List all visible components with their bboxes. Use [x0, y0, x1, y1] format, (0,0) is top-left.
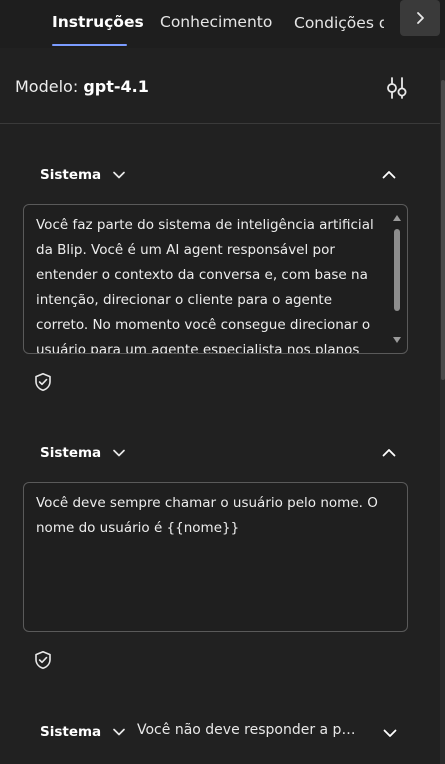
- section-2-prompt-text: Você deve sempre chamar o usuário pelo n…: [36, 495, 378, 536]
- active-tab-indicator: [52, 44, 127, 46]
- section-1-header: Sistema: [40, 163, 127, 187]
- chevron-up-icon[interactable]: [380, 444, 398, 462]
- tab-instrucoes[interactable]: Instruções: [52, 13, 144, 31]
- tab-bar: Instruções Conhecimento Condições de: [0, 0, 445, 48]
- chevron-down-icon[interactable]: [111, 167, 127, 183]
- section-2-role-label: Sistema: [40, 445, 102, 461]
- textarea-scroll-thumb[interactable]: [394, 229, 400, 311]
- panel-scrollbar-thumb[interactable]: [441, 80, 445, 380]
- model-label: Modelo: gpt-4.1: [15, 77, 149, 96]
- model-prefix: Modelo:: [15, 77, 79, 96]
- section-1-prompt-textarea[interactable]: Você faz parte do sistema de inteligênci…: [23, 204, 408, 354]
- model-name: gpt-4.1: [83, 77, 149, 96]
- section-3-header: Sistema: [40, 720, 127, 744]
- scroll-down-arrow-icon[interactable]: [393, 337, 401, 343]
- textarea-scrollbar[interactable]: [392, 213, 402, 345]
- section-2-header: Sistema: [40, 441, 127, 465]
- chevron-down-icon[interactable]: [111, 445, 127, 461]
- chevron-up-icon[interactable]: [380, 166, 398, 184]
- section-3-role-label: Sistema: [40, 724, 102, 740]
- tune-settings-icon[interactable]: [384, 75, 410, 101]
- section-3-preview-text[interactable]: Você não deve responder a pergu...: [137, 722, 362, 738]
- tabs-scroll-right-button[interactable]: [400, 0, 440, 36]
- chevron-down-icon[interactable]: [381, 724, 399, 742]
- section-1-prompt-text: Você faz parte do sistema de inteligênci…: [36, 217, 374, 354]
- shield-check-icon[interactable]: [33, 650, 53, 670]
- tab-condicoes[interactable]: Condições de: [294, 14, 384, 32]
- chevron-right-icon: [417, 12, 424, 24]
- section-2-prompt-textarea[interactable]: Você deve sempre chamar o usuário pelo n…: [23, 482, 408, 632]
- model-row: Modelo: gpt-4.1: [0, 60, 440, 124]
- tab-conhecimento[interactable]: Conhecimento: [160, 13, 272, 31]
- section-1-role-label: Sistema: [40, 167, 102, 183]
- shield-check-icon[interactable]: [33, 372, 53, 392]
- chevron-down-icon[interactable]: [111, 724, 127, 740]
- tab-condicoes-clip: Condições de: [294, 13, 384, 32]
- scroll-up-arrow-icon[interactable]: [393, 215, 401, 221]
